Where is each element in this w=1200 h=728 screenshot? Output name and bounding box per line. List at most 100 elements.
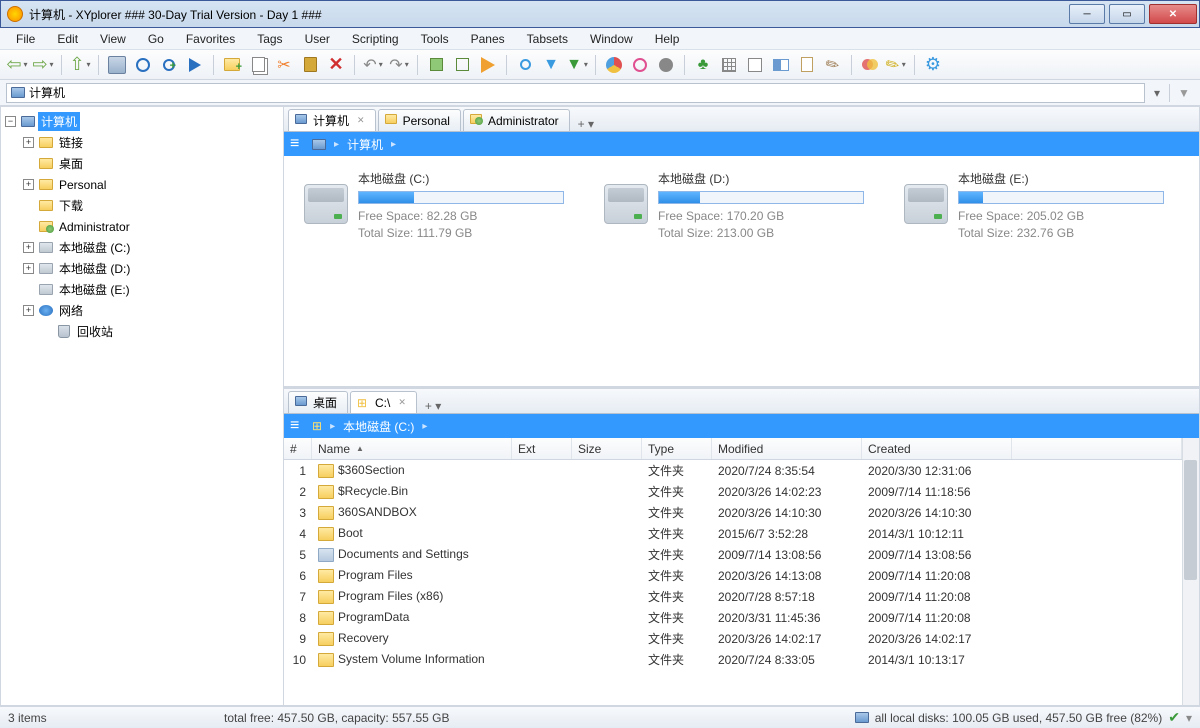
address-field[interactable]	[6, 83, 1145, 103]
window-title: 计算机 - XYplorer ### 30-Day Trial Version …	[29, 6, 1069, 23]
tree-item[interactable]: +本地磁盘 (D:)	[3, 258, 281, 279]
pie-icon[interactable]	[603, 54, 625, 76]
preview-icon[interactable]	[106, 54, 128, 76]
tab-add-button[interactable]: + ▾	[572, 117, 600, 131]
toolbar: ⇦ ⇨ ⇧ ✂ ✕ ↶ ↷ ▼ ▼ ♣ ✎ ✎ ⚙	[0, 50, 1200, 80]
hamburger-icon[interactable]	[290, 417, 304, 435]
filter-icon[interactable]: ▼	[1174, 83, 1194, 103]
nav-forward-button[interactable]: ⇨	[32, 54, 54, 76]
menu-tabsets[interactable]: Tabsets	[519, 30, 576, 48]
table-row[interactable]: 10 System Volume Information 文件夹 2020/7/…	[284, 649, 1182, 670]
tree-item[interactable]: +Personal	[3, 174, 281, 195]
new-folder-icon[interactable]	[221, 54, 243, 76]
tree-item[interactable]: +链接	[3, 132, 281, 153]
menu-tags[interactable]: Tags	[249, 30, 290, 48]
breadcrumb-top[interactable]: ▸ 计算机 ▸	[284, 132, 1199, 156]
broom-icon[interactable]: ✎	[822, 54, 844, 76]
file-icon[interactable]	[796, 54, 818, 76]
close-button[interactable]: ✕	[1149, 4, 1197, 24]
menu-favorites[interactable]: Favorites	[178, 30, 243, 48]
play-icon[interactable]	[184, 54, 206, 76]
status-dropdown-icon[interactable]: ▾	[1186, 711, 1192, 725]
funnel-green-icon[interactable]: ▼	[566, 54, 588, 76]
pizza-icon[interactable]	[477, 54, 499, 76]
tree-item[interactable]: Administrator	[3, 216, 281, 237]
tab[interactable]: ⊞C:\✕	[350, 391, 417, 413]
tree-item[interactable]: 回收站	[3, 321, 281, 342]
spiral-icon[interactable]	[629, 54, 651, 76]
drive-item[interactable]: 本地磁盘 (C:) Free Space: 82.28 GBTotal Size…	[304, 170, 564, 372]
tab-add-button[interactable]: + ▾	[419, 399, 447, 413]
grid-icon[interactable]	[718, 54, 740, 76]
wand-icon[interactable]: ✎	[885, 54, 907, 76]
menu-view[interactable]: View	[92, 30, 134, 48]
tree-item[interactable]: 本地磁盘 (E:)	[3, 279, 281, 300]
target-icon[interactable]	[132, 54, 154, 76]
cut-icon[interactable]: ✂	[273, 54, 295, 76]
menu-window[interactable]: Window	[582, 30, 641, 48]
tree-item[interactable]: +本地磁盘 (C:)	[3, 237, 281, 258]
drives-panel: 本地磁盘 (C:) Free Space: 82.28 GBTotal Size…	[284, 156, 1199, 386]
drive-item[interactable]: 本地磁盘 (E:) Free Space: 205.02 GBTotal Siz…	[904, 170, 1164, 372]
delete-icon[interactable]: ✕	[325, 54, 347, 76]
status-bar: 3 items total free: 457.50 GB, capacity:…	[0, 706, 1200, 728]
table-row[interactable]: 2 $Recycle.Bin 文件夹 2020/3/26 14:02:23 20…	[284, 481, 1182, 502]
minimize-button[interactable]: ─	[1069, 4, 1105, 24]
tab[interactable]: Administrator	[463, 109, 570, 131]
file-list[interactable]: # Name▲ Ext Size Type Modified Created 1…	[284, 438, 1199, 705]
undo-icon[interactable]: ↶	[362, 54, 384, 76]
redo-icon[interactable]: ↷	[388, 54, 410, 76]
address-input[interactable]	[29, 86, 1140, 100]
list-header[interactable]: # Name▲ Ext Size Type Modified Created	[284, 438, 1182, 460]
tree-item[interactable]: +网络	[3, 300, 281, 321]
folder-tree[interactable]: − 计算机 +链接桌面+Personal下载Administrator+本地磁盘…	[1, 107, 284, 705]
address-dropdown[interactable]: ▾	[1149, 86, 1165, 100]
table-row[interactable]: 9 Recovery 文件夹 2020/3/26 14:02:17 2020/3…	[284, 628, 1182, 649]
paste-icon[interactable]	[299, 54, 321, 76]
check1-icon[interactable]	[425, 54, 447, 76]
crumb-top-path[interactable]: 计算机	[347, 136, 383, 153]
calendar-icon[interactable]	[744, 54, 766, 76]
zoom-icon[interactable]	[158, 54, 180, 76]
hamburger-icon[interactable]	[290, 135, 304, 153]
table-row[interactable]: 5 Documents and Settings 文件夹 2009/7/14 1…	[284, 544, 1182, 565]
menu-panes[interactable]: Panes	[463, 30, 513, 48]
copy-icon[interactable]	[247, 54, 269, 76]
tree-item[interactable]: 桌面	[3, 153, 281, 174]
tree-root[interactable]: − 计算机	[3, 111, 281, 132]
table-row[interactable]: 7 Program Files (x86) 文件夹 2020/7/28 8:57…	[284, 586, 1182, 607]
tree-item[interactable]: 下载	[3, 195, 281, 216]
table-row[interactable]: 3 360SANDBOX 文件夹 2020/3/26 14:10:30 2020…	[284, 502, 1182, 523]
crumb-bottom-path[interactable]: 本地磁盘 (C:)	[343, 418, 414, 435]
maximize-button[interactable]: ▭	[1109, 4, 1145, 24]
check2-icon[interactable]	[451, 54, 473, 76]
drive-icon	[304, 184, 348, 224]
menu-file[interactable]: File	[8, 30, 43, 48]
venn-icon[interactable]	[859, 54, 881, 76]
table-row[interactable]: 4 Boot 文件夹 2015/6/7 3:52:28 2014/3/1 10:…	[284, 523, 1182, 544]
menu-user[interactable]: User	[297, 30, 338, 48]
tree-icon[interactable]: ♣	[692, 54, 714, 76]
nav-up-button[interactable]: ⇧	[69, 54, 91, 76]
menu-go[interactable]: Go	[140, 30, 172, 48]
tab-strip-top: 计算机✕PersonalAdministrator+ ▾	[284, 107, 1199, 132]
tab[interactable]: Personal	[378, 109, 461, 131]
drive-item[interactable]: 本地磁盘 (D:) Free Space: 170.20 GBTotal Siz…	[604, 170, 864, 372]
menu-tools[interactable]: Tools	[413, 30, 457, 48]
tab[interactable]: 计算机✕	[288, 109, 376, 131]
breadcrumb-bottom[interactable]: ⊞ ▸ 本地磁盘 (C:) ▸	[284, 414, 1199, 438]
settings-icon[interactable]: ⚙	[922, 54, 944, 76]
table-row[interactable]: 6 Program Files 文件夹 2020/3/26 14:13:08 2…	[284, 565, 1182, 586]
nav-back-button[interactable]: ⇦	[6, 54, 28, 76]
funnel-blue-icon[interactable]: ▼	[540, 54, 562, 76]
tab[interactable]: 桌面	[288, 391, 348, 413]
circle-icon[interactable]	[655, 54, 677, 76]
menu-edit[interactable]: Edit	[49, 30, 86, 48]
vertical-scrollbar[interactable]	[1182, 438, 1199, 705]
menu-scripting[interactable]: Scripting	[344, 30, 407, 48]
search-icon[interactable]	[514, 54, 536, 76]
menu-help[interactable]: Help	[647, 30, 688, 48]
table-row[interactable]: 1 $360Section 文件夹 2020/7/24 8:35:54 2020…	[284, 460, 1182, 481]
table-row[interactable]: 8 ProgramData 文件夹 2020/3/31 11:45:36 200…	[284, 607, 1182, 628]
dualpane-icon[interactable]	[770, 54, 792, 76]
